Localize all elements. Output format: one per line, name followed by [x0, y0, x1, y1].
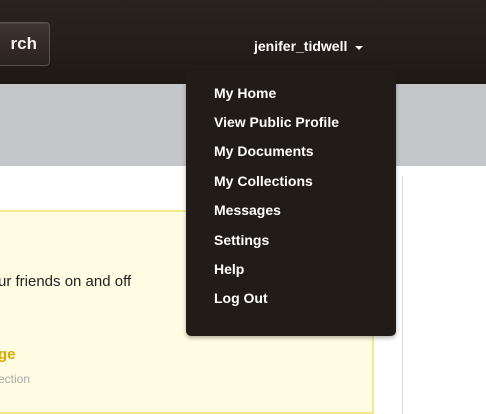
menu-item-messages[interactable]: Messages — [214, 199, 281, 221]
menu-item-my-documents[interactable]: My Documents — [214, 140, 314, 162]
menu-item-my-collections[interactable]: My Collections — [214, 170, 313, 192]
user-menu-trigger[interactable]: jenifer_tidwell — [254, 34, 364, 58]
menu-item-help[interactable]: Help — [214, 258, 244, 280]
menu-item-view-public-profile[interactable]: View Public Profile — [214, 111, 339, 133]
menu-item-settings[interactable]: Settings — [214, 229, 269, 251]
search-button[interactable]: rch — [0, 22, 50, 66]
friends-text: ur friends on and off — [0, 273, 132, 290]
collection-subtext: ection — [0, 372, 31, 386]
manage-link[interactable]: ge — [0, 346, 16, 363]
menu-item-my-home[interactable]: My Home — [214, 82, 276, 104]
user-dropdown-menu: My Home View Public Profile My Documents… — [186, 70, 396, 336]
username-label: jenifer_tidwell — [254, 38, 348, 54]
search-button-label: rch — [10, 34, 37, 53]
menu-item-log-out[interactable]: Log Out — [214, 287, 268, 309]
chevron-down-icon — [355, 45, 364, 50]
